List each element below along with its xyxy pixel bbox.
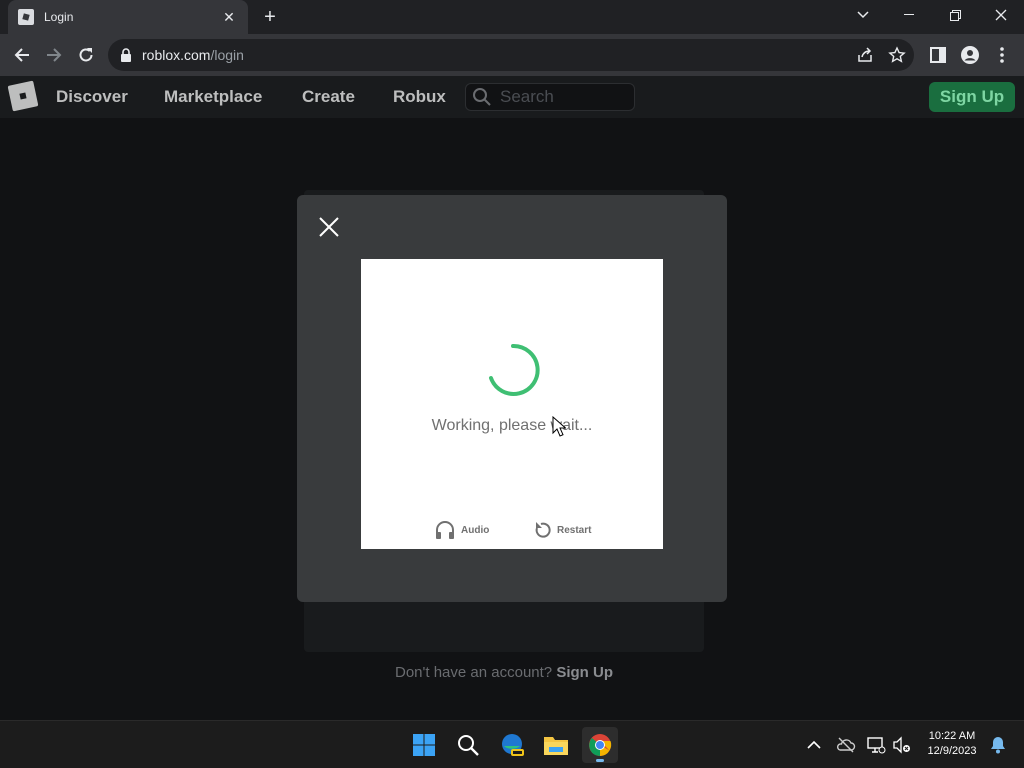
nav-marketplace[interactable]: Marketplace <box>164 87 262 107</box>
onedrive-offline-icon[interactable] <box>836 735 856 755</box>
signup-prompt: Don't have an account? Sign Up <box>395 664 613 681</box>
url-text: roblox.com/login <box>142 47 244 63</box>
back-icon[interactable] <box>8 41 36 69</box>
browser-tab-strip: Login ✕ + <box>0 0 1024 34</box>
nav-robux[interactable]: Robux <box>393 87 446 107</box>
captcha-frame: Working, please wait... Audio Restart <box>361 259 663 549</box>
notification-bell-icon[interactable] <box>988 735 1008 755</box>
verification-modal: Working, please wait... Audio Restart <box>297 195 727 602</box>
restore-icon[interactable] <box>932 0 978 30</box>
loading-spinner-icon <box>489 343 540 396</box>
network-icon[interactable] <box>866 735 886 755</box>
volume-muted-icon[interactable] <box>892 735 912 755</box>
taskbar-search-button[interactable] <box>450 727 486 763</box>
chrome-icon <box>589 734 612 756</box>
forward-icon[interactable] <box>40 41 68 69</box>
site-header: Discover Marketplace Create Robux Sign U… <box>0 76 1024 118</box>
active-indicator <box>596 759 604 762</box>
bookmark-star-icon[interactable] <box>888 46 906 64</box>
sign-up-button[interactable]: Sign Up <box>929 82 1015 112</box>
system-clock[interactable]: 10:22 AM 12/9/2023 <box>920 729 984 759</box>
search-input[interactable] <box>500 87 630 107</box>
roblox-favicon-icon <box>18 9 34 25</box>
windows-logo-icon <box>413 734 435 756</box>
nav-discover[interactable]: Discover <box>56 87 128 107</box>
chrome-button[interactable] <box>582 727 618 763</box>
clock-time: 10:22 AM <box>928 730 976 742</box>
tab-close-icon[interactable]: ✕ <box>220 8 238 26</box>
browser-toolbar: roblox.com/login <box>0 34 1024 76</box>
roblox-logo-icon[interactable] <box>7 80 39 112</box>
restart-button[interactable]: Restart <box>533 521 591 539</box>
share-icon[interactable] <box>856 46 874 64</box>
nav-create[interactable]: Create <box>302 87 355 107</box>
tab-search-icon[interactable] <box>840 0 886 30</box>
folder-icon <box>544 737 568 755</box>
window-close-icon[interactable] <box>978 0 1024 30</box>
menu-kebab-icon[interactable] <box>992 45 1012 65</box>
headphones-icon <box>436 521 454 539</box>
new-tab-button[interactable]: + <box>258 6 282 28</box>
edge-beta-button[interactable] <box>494 727 530 763</box>
address-bar[interactable]: roblox.com/login <box>108 39 914 71</box>
taskbar: 10:22 AM 12/9/2023 <box>0 720 1024 768</box>
start-button[interactable] <box>406 727 442 763</box>
browser-tab[interactable]: Login ✕ <box>8 0 248 34</box>
edge-browser-icon <box>502 734 524 756</box>
tray-chevron-up-icon[interactable] <box>804 735 824 755</box>
restart-icon <box>535 522 551 538</box>
signup-link[interactable]: Sign Up <box>556 664 613 681</box>
magnifier-icon <box>458 735 479 756</box>
lock-icon[interactable] <box>120 48 132 62</box>
captcha-status: Working, please wait... <box>431 417 593 434</box>
search-box <box>465 83 635 111</box>
modal-close-icon[interactable] <box>317 215 341 239</box>
file-explorer-button[interactable] <box>538 727 574 763</box>
side-panel-icon[interactable] <box>928 45 948 65</box>
tab-title: Login <box>44 10 74 24</box>
profile-icon[interactable] <box>960 45 980 65</box>
audio-button[interactable]: Audio <box>435 521 489 539</box>
mouse-cursor-icon <box>552 416 566 437</box>
reload-icon[interactable] <box>72 41 100 69</box>
minimize-icon[interactable] <box>886 0 932 30</box>
clock-date: 12/9/2023 <box>927 745 977 757</box>
search-icon[interactable] <box>472 87 492 107</box>
